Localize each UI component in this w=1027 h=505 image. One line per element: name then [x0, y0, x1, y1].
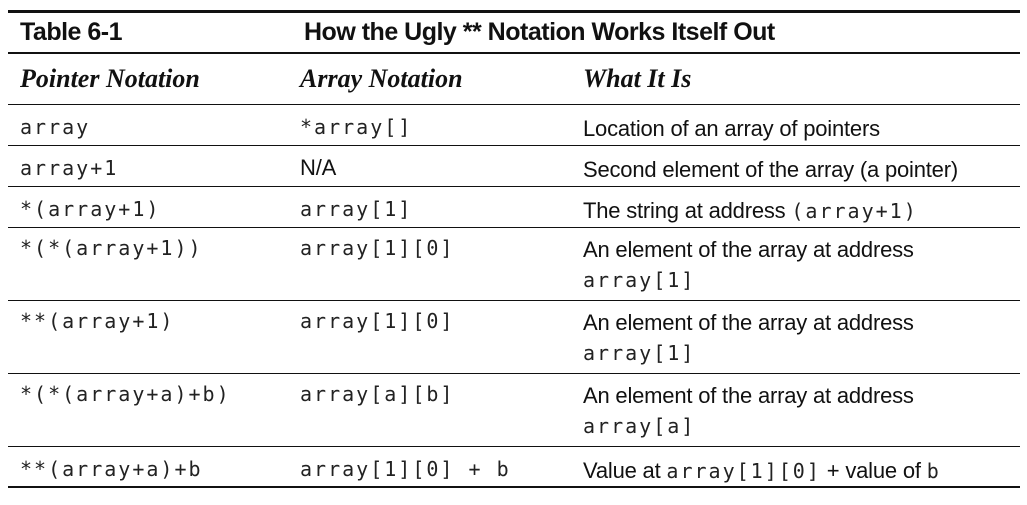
- table-row: *(*(array+1)) array[1][0] An element of th…: [8, 228, 1020, 301]
- table-row: array *array[] Location of an array of poi…: [8, 105, 1020, 146]
- cell-description: An element of the array at address array[…: [583, 381, 1020, 441]
- cell-pointer-notation: *(array+1): [20, 197, 161, 221]
- cell-array-notation: array[1][0]: [300, 236, 455, 260]
- table-body: array *array[] Location of an array of poi…: [8, 105, 1020, 488]
- cell-description: Value at array[1][0] + value of b: [583, 456, 1020, 486]
- header-what-it-is: What It Is: [583, 64, 692, 93]
- table-row: **(array+1) array[1][0] An element of the …: [8, 301, 1020, 374]
- table-row: **(array+a)+b array[1][0] + b Value at arr…: [8, 447, 1020, 488]
- cell-pointer-notation: array+1: [20, 156, 119, 180]
- table-row: *(*(array+a)+b) array[a][b] An element of …: [8, 374, 1020, 447]
- code-text: array[a]: [583, 414, 696, 438]
- code-text: b: [926, 459, 941, 483]
- description-text: Second element of the array (a pointer): [583, 157, 958, 182]
- code-text: array[1]: [583, 341, 696, 365]
- cell-array-notation: array[1][0] + b: [300, 457, 511, 481]
- description-text: An element of the array at address: [583, 383, 914, 408]
- cell-description: An element of the array at address array[…: [583, 235, 1020, 295]
- cell-description: The string at address (array+1): [583, 196, 1020, 226]
- table-title-bar: Table 6-1 How the Ugly ** Notation Works…: [8, 10, 1020, 54]
- cell-pointer-notation: array: [20, 115, 91, 139]
- header-array-notation: Array Notation: [300, 64, 463, 93]
- description-line-continued: array[1]: [583, 338, 1020, 368]
- cell-description: An element of the array at address array[…: [583, 308, 1020, 368]
- table-number: Table 6-1: [20, 18, 123, 46]
- table-header-row: Pointer Notation Array Notation What It …: [8, 54, 1020, 105]
- description-text: Value at: [583, 458, 667, 483]
- cell-pointer-notation: *(*(array+a)+b): [20, 382, 231, 406]
- table-row: array+1 N/A Second element of the array (a…: [8, 146, 1020, 187]
- description-text: An element of the array at address: [583, 310, 914, 335]
- cell-pointer-notation: **(array+a)+b: [20, 457, 203, 481]
- description-line-continued: array[a]: [583, 411, 1020, 441]
- description-line: An element of the array at address: [583, 308, 1020, 338]
- code-text: (array+1): [791, 199, 918, 223]
- header-pointer-notation: Pointer Notation: [20, 64, 200, 93]
- description-line: The string at address (array+1): [583, 196, 1020, 226]
- code-text: array[1][0]: [666, 459, 821, 483]
- notation-table: Table 6-1 How the Ugly ** Notation Works…: [8, 10, 1020, 488]
- cell-array-notation: array[1][0]: [300, 309, 455, 333]
- description-text: An element of the array at address: [583, 237, 914, 262]
- code-text: array[1]: [583, 268, 696, 292]
- cell-pointer-notation: **(array+1): [20, 309, 175, 333]
- description-line: Location of an array of pointers: [583, 114, 1020, 144]
- cell-description: Location of an array of pointers: [583, 114, 1020, 144]
- description-line: An element of the array at address: [583, 381, 1020, 411]
- cell-array-notation: *array[]: [300, 115, 413, 139]
- description-line: Value at array[1][0] + value of b: [583, 456, 1020, 486]
- description-line-continued: array[1]: [583, 265, 1020, 295]
- description-text: Location of an array of pointers: [583, 116, 880, 141]
- table-row: *(array+1) array[1] The string at address …: [8, 187, 1020, 228]
- cell-array-notation: array[a][b]: [300, 382, 455, 406]
- description-line: Second element of the array (a pointer): [583, 155, 1020, 185]
- cell-pointer-notation: *(*(array+1)): [20, 236, 203, 260]
- cell-description: Second element of the array (a pointer): [583, 155, 1020, 185]
- description-text: The string at address: [583, 198, 792, 223]
- description-text: + value of: [820, 458, 927, 483]
- cell-array-notation: array[1]: [300, 197, 413, 221]
- description-line: An element of the array at address: [583, 235, 1020, 265]
- table-title: How the Ugly ** Notation Works Itself Ou…: [304, 18, 775, 46]
- cell-array-notation: N/A: [300, 155, 337, 180]
